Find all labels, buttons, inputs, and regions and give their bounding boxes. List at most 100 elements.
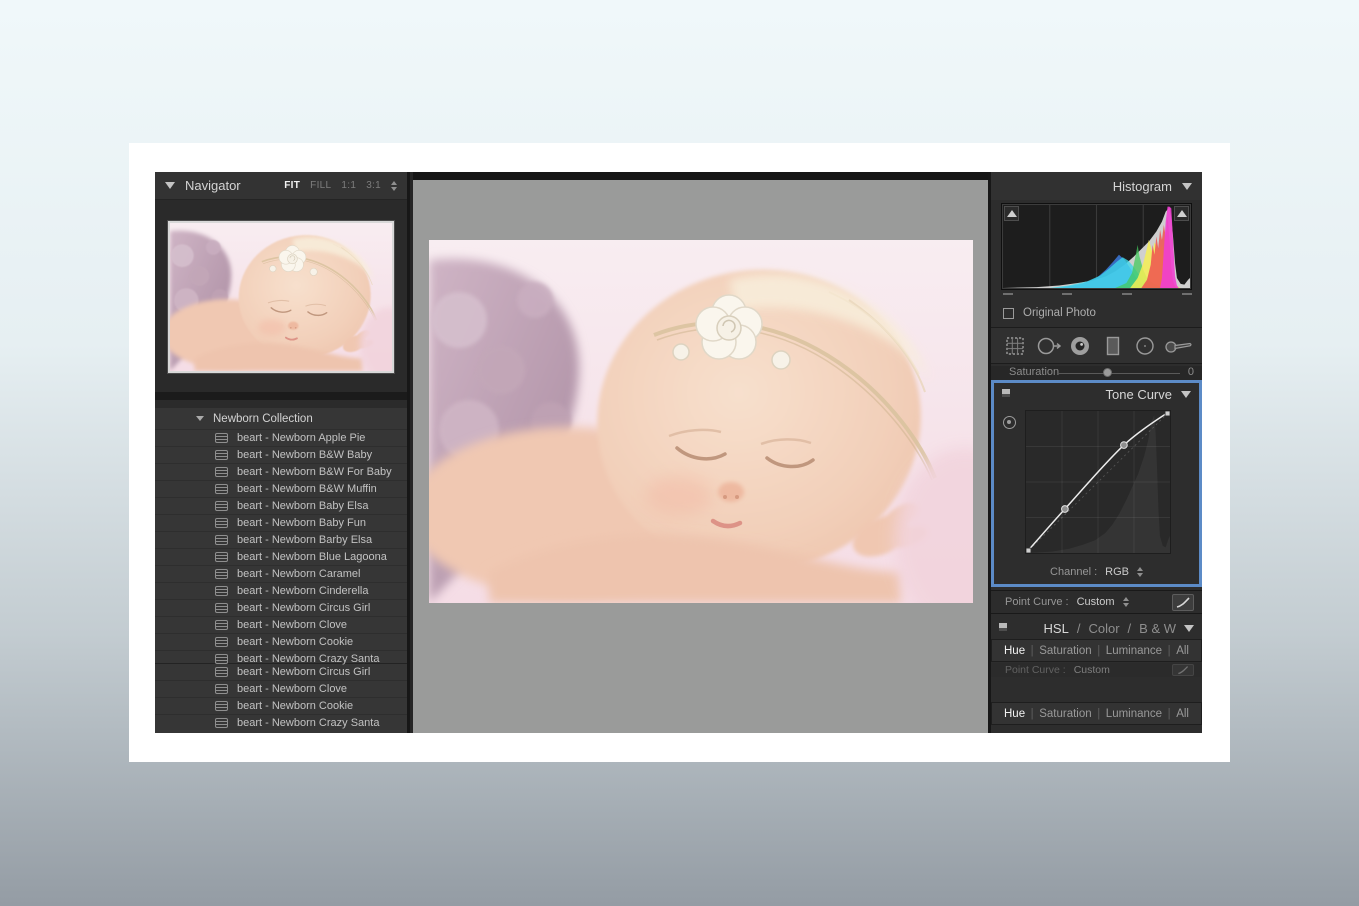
curve-preset-button[interactable]	[1172, 594, 1194, 611]
collapse-triangle-icon[interactable]	[196, 416, 204, 421]
navigator-preview-image[interactable]	[168, 221, 394, 373]
hsl-panel-header[interactable]: HSL / Color / B & W	[991, 617, 1202, 639]
panel-switch-icon[interactable]	[999, 623, 1007, 631]
hsl-separator: /	[1128, 621, 1132, 636]
main-photo[interactable]	[429, 240, 973, 603]
collection-item[interactable]: beart - Newborn B&W For Baby	[155, 463, 407, 480]
collapse-triangle-icon[interactable]	[165, 182, 175, 189]
zoom-mode-3-1[interactable]: 3:1	[366, 180, 381, 191]
spot-removal-icon[interactable]	[1033, 333, 1063, 359]
saturation-slider-handle[interactable]	[1103, 368, 1112, 377]
point-curve-value[interactable]: Custom	[1077, 596, 1115, 608]
collection-icon	[215, 450, 228, 460]
highlight-clipping-icon[interactable]	[1174, 206, 1189, 221]
channel-value[interactable]: RGB	[1105, 566, 1129, 578]
saturation-slider-track[interactable]	[1057, 373, 1180, 374]
point-curve-stepper-icon[interactable]	[1123, 597, 1129, 607]
tab-saturation[interactable]: Saturation	[1039, 708, 1091, 720]
collection-item[interactable]: beart - Newborn Caramel	[155, 565, 407, 582]
collection-item[interactable]: beart - Newborn Clove	[155, 680, 407, 697]
color-segment[interactable]: Color	[1088, 621, 1119, 636]
collection-item[interactable]: beart - Newborn B&W Baby	[155, 446, 407, 463]
tab-separator: |	[1168, 708, 1171, 720]
tool-strip	[991, 327, 1202, 364]
collection-item[interactable]: beart - Newborn B&W Muffin	[155, 480, 407, 497]
bw-segment[interactable]: B & W	[1139, 621, 1176, 636]
tab-hue[interactable]: Hue	[1004, 645, 1025, 657]
collection-item[interactable]: beart - Newborn Cookie	[155, 633, 407, 650]
collection-group-header[interactable]: Newborn Collection	[155, 408, 407, 429]
collection-item[interactable]: beart - Newborn Circus Girl	[155, 599, 407, 616]
targeted-adjustment-icon[interactable]	[1003, 416, 1016, 429]
collapse-triangle-icon[interactable]	[1181, 391, 1191, 398]
tone-curve-header[interactable]: Tone Curve	[994, 383, 1199, 405]
collection-item[interactable]: beart - Newborn Crazy Santa	[155, 714, 407, 731]
collection-item[interactable]: beart - Newborn Apple Pie	[155, 429, 407, 446]
hsl-tab-bar-duplicate: Hue | Saturation | Luminance | All	[991, 702, 1202, 725]
zoom-mode-fit[interactable]: FIT	[284, 180, 300, 191]
screenshot-frame: Navigator FIT FILL 1:1 3:1 Newborn Colle…	[129, 143, 1230, 762]
red-eye-icon[interactable]	[1065, 333, 1095, 359]
baby-photo-thumbnail	[170, 223, 392, 371]
point-curve-row: Point Curve : Custom	[991, 590, 1202, 614]
collection-item-label: beart - Newborn Clove	[237, 619, 347, 631]
tab-all[interactable]: All	[1176, 708, 1189, 720]
collection-item[interactable]: beart - Newborn Circus Girl	[155, 663, 407, 680]
hsl-segment[interactable]: HSL	[1044, 621, 1069, 636]
original-photo-checkbox[interactable]	[1003, 308, 1014, 319]
zoom-mode-group: FIT FILL 1:1 3:1	[284, 180, 397, 191]
crop-overlay-icon[interactable]	[1000, 333, 1030, 359]
collection-icon	[215, 569, 228, 579]
tone-curve-graph[interactable]	[1025, 410, 1171, 554]
collapse-triangle-icon[interactable]	[1182, 183, 1192, 190]
point-curve-value-ghost: Custom	[1074, 664, 1110, 676]
collection-item-label: beart - Newborn Cookie	[237, 636, 353, 648]
graduated-filter-icon[interactable]	[1098, 333, 1128, 359]
tab-separator: |	[1031, 645, 1034, 657]
tone-curve-svg	[1026, 411, 1170, 553]
adjustment-brush-icon[interactable]	[1163, 333, 1193, 359]
right-panel: Histogram Original Photo	[988, 172, 1202, 733]
histogram-header[interactable]: Histogram	[991, 172, 1202, 200]
collection-item[interactable]: beart - Newborn Baby Elsa	[155, 497, 407, 514]
curve-preset-button-ghost	[1172, 664, 1194, 676]
tab-separator: |	[1031, 708, 1034, 720]
zoom-mode-fill[interactable]: FILL	[310, 180, 331, 191]
original-photo-label: Original Photo	[1023, 307, 1096, 319]
tab-all[interactable]: All	[1176, 645, 1189, 657]
frame-seam-artifact-row: Point Curve : Custom	[991, 663, 1202, 677]
collection-item-label: beart - Newborn Circus Girl	[237, 666, 370, 678]
collection-icon	[215, 603, 228, 613]
collection-icon	[215, 535, 228, 545]
tab-luminance[interactable]: Luminance	[1106, 645, 1162, 657]
collection-item[interactable]: beart - Newborn Clove	[155, 616, 407, 633]
hsl-separator: /	[1077, 621, 1081, 636]
panel-switch-icon[interactable]	[1002, 389, 1010, 397]
collection-item-label: beart - Newborn Crazy Santa	[237, 717, 379, 729]
shadow-clipping-icon[interactable]	[1004, 206, 1019, 221]
collection-item-label: beart - Newborn Cinderella	[237, 585, 368, 597]
curve-preset-icon	[1175, 596, 1191, 609]
collection-item[interactable]: beart - Newborn Blue Lagoona	[155, 548, 407, 565]
tab-separator: |	[1168, 645, 1171, 657]
collection-item[interactable]: beart - Newborn Cookie	[155, 697, 407, 714]
tab-hue[interactable]: Hue	[1004, 708, 1025, 720]
collection-item[interactable]: beart - Newborn Baby Fun	[155, 514, 407, 531]
collection-item[interactable]: beart - Newborn Barby Elsa	[155, 531, 407, 548]
point-curve-label: Point Curve :	[1005, 596, 1069, 608]
tone-curve-panel: Tone Curve Channel : RGB	[991, 380, 1202, 587]
tab-separator: |	[1097, 645, 1100, 657]
collection-item-label: beart - Newborn Crazy Santa	[237, 653, 379, 665]
collection-icon	[215, 667, 228, 677]
collapse-triangle-icon[interactable]	[1184, 625, 1194, 632]
tab-saturation[interactable]: Saturation	[1039, 645, 1091, 657]
navigator-body	[155, 200, 407, 400]
tab-luminance[interactable]: Luminance	[1106, 708, 1162, 720]
channel-stepper-icon[interactable]	[1137, 567, 1143, 577]
histogram-chart[interactable]	[1001, 203, 1192, 290]
radial-filter-icon[interactable]	[1130, 333, 1160, 359]
collection-item[interactable]: beart - Newborn Cinderella	[155, 582, 407, 599]
zoom-mode-1-1[interactable]: 1:1	[341, 180, 356, 191]
point-curve-label-ghost: Point Curve :	[1005, 664, 1066, 676]
zoom-stepper-icon[interactable]	[391, 181, 397, 191]
